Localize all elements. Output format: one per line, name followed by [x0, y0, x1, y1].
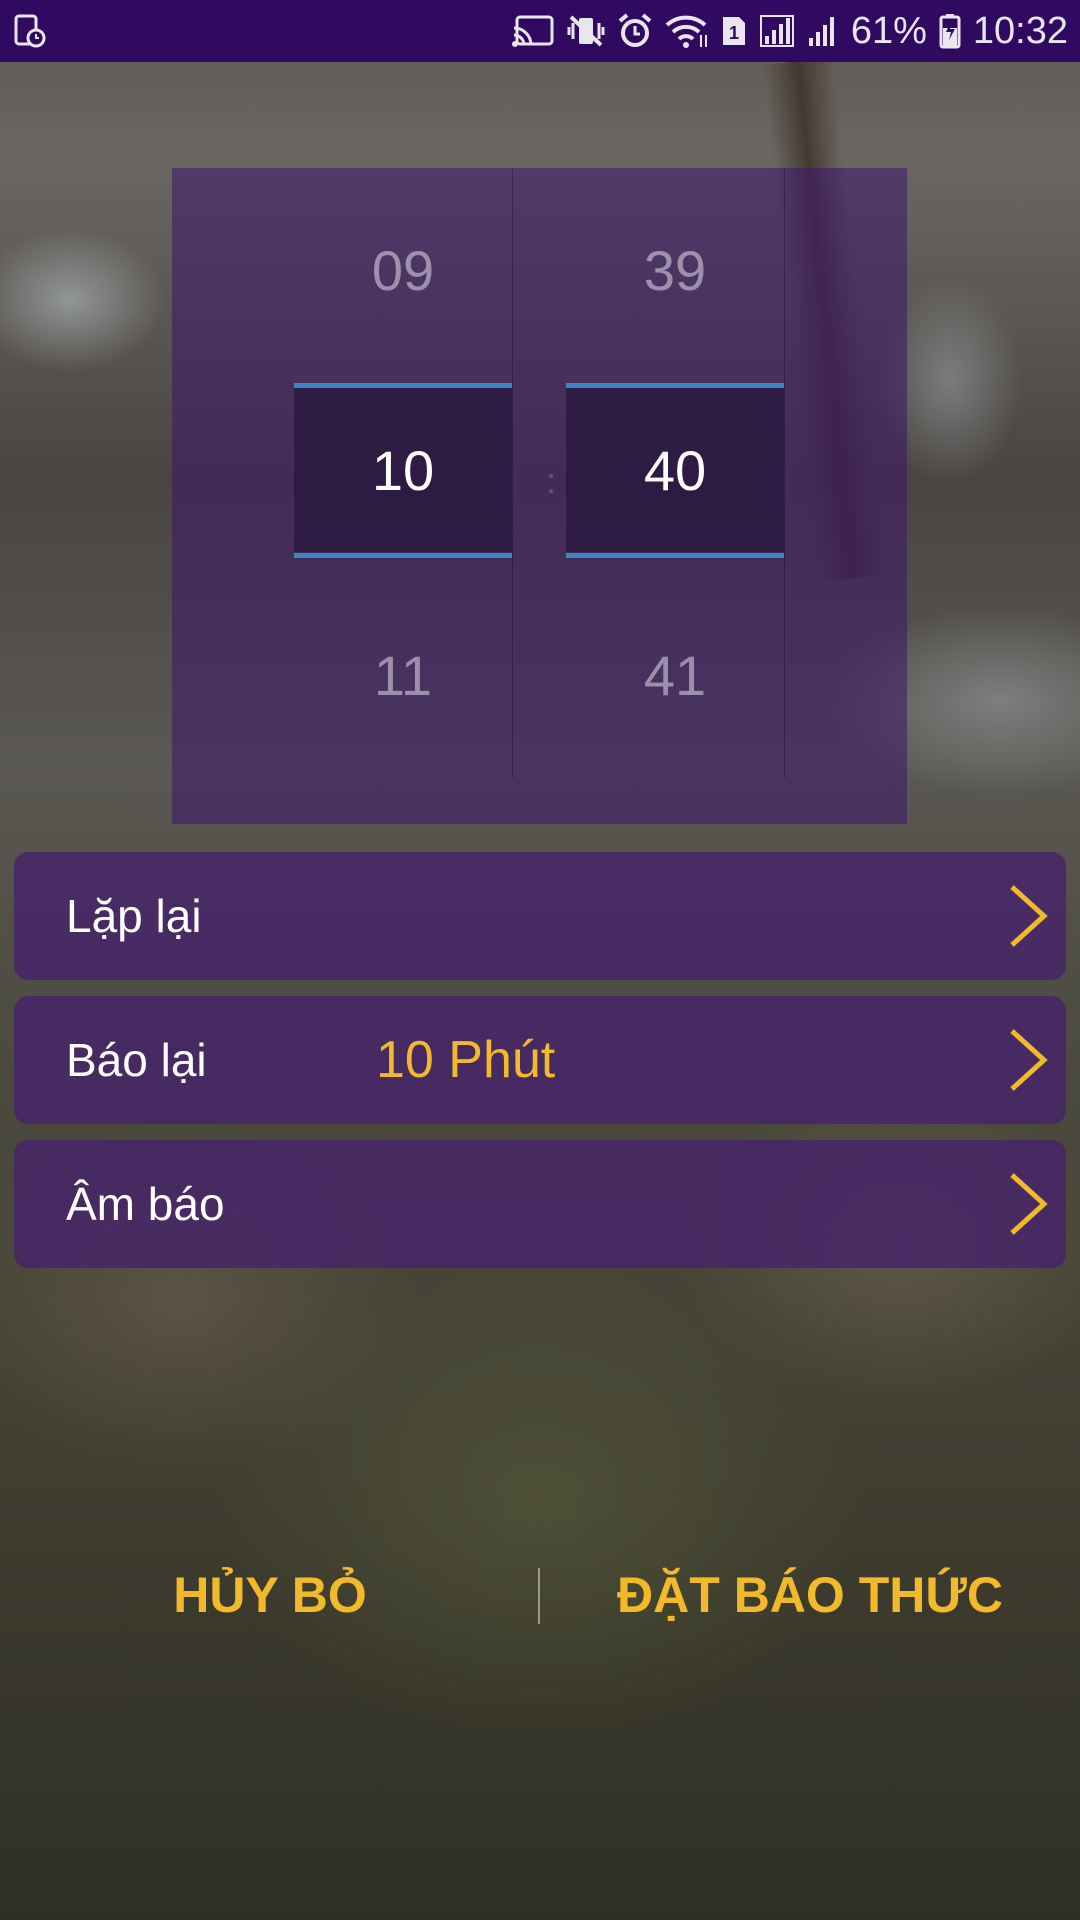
snooze-row[interactable]: Báo lại 10 Phút: [14, 996, 1066, 1124]
sound-label: Âm báo: [66, 1178, 225, 1230]
snooze-label: Báo lại: [66, 1034, 207, 1086]
time-picker: 09 10 11 : 39 40 41: [172, 168, 907, 824]
action-divider: [538, 1568, 540, 1624]
repeat-row[interactable]: Lặp lại: [14, 852, 1066, 980]
hour-prev[interactable]: 09: [294, 238, 512, 303]
signal-icon: [759, 14, 795, 48]
sim-icon: 1: [721, 15, 747, 47]
minute-wheel[interactable]: 39 40 41: [566, 168, 784, 778]
alarm-icon: [617, 13, 653, 49]
hour-wheel[interactable]: 09 10 11: [294, 168, 512, 778]
cancel-button[interactable]: HỦY BỎ: [70, 1560, 470, 1630]
battery-charging-icon: [939, 13, 961, 49]
minute-next[interactable]: 41: [566, 643, 784, 708]
hour-selection-line-bottom: [294, 553, 512, 558]
minute-selection-line-bottom: [566, 553, 784, 558]
battery-percent: 61%: [850, 9, 927, 52]
chevron-right-icon: [1008, 1028, 1048, 1092]
set-alarm-button[interactable]: ĐẶT BÁO THỨC: [560, 1560, 1060, 1630]
status-bar: 1 61% 10:32: [0, 0, 1080, 62]
chevron-right-icon: [1008, 1172, 1048, 1236]
wifi-icon: [665, 13, 709, 49]
vibrate-mute-icon: [567, 13, 605, 49]
hour-current[interactable]: 10: [294, 438, 512, 503]
screen-record-icon: [14, 14, 46, 48]
status-time: 10:32: [972, 9, 1068, 52]
signal-icon: [807, 14, 839, 48]
minute-current[interactable]: 40: [566, 438, 784, 503]
hour-selection-line-top: [294, 383, 512, 388]
column-separator: [512, 168, 513, 778]
snooze-value: 10 Phút: [376, 1031, 556, 1089]
minute-selection-line-top: [566, 383, 784, 388]
sound-row[interactable]: Âm báo: [14, 1140, 1066, 1268]
minute-prev[interactable]: 39: [566, 238, 784, 303]
sim-slot-label: 1: [729, 23, 739, 43]
repeat-label: Lặp lại: [66, 890, 202, 942]
chevron-right-icon: [1008, 884, 1048, 948]
column-separator: [784, 168, 785, 778]
action-bar: HỦY BỎ ĐẶT BÁO THỨC: [0, 1560, 1080, 1630]
hour-next[interactable]: 11: [294, 643, 512, 708]
cast-icon: [511, 14, 555, 48]
time-separator: :: [545, 460, 556, 501]
